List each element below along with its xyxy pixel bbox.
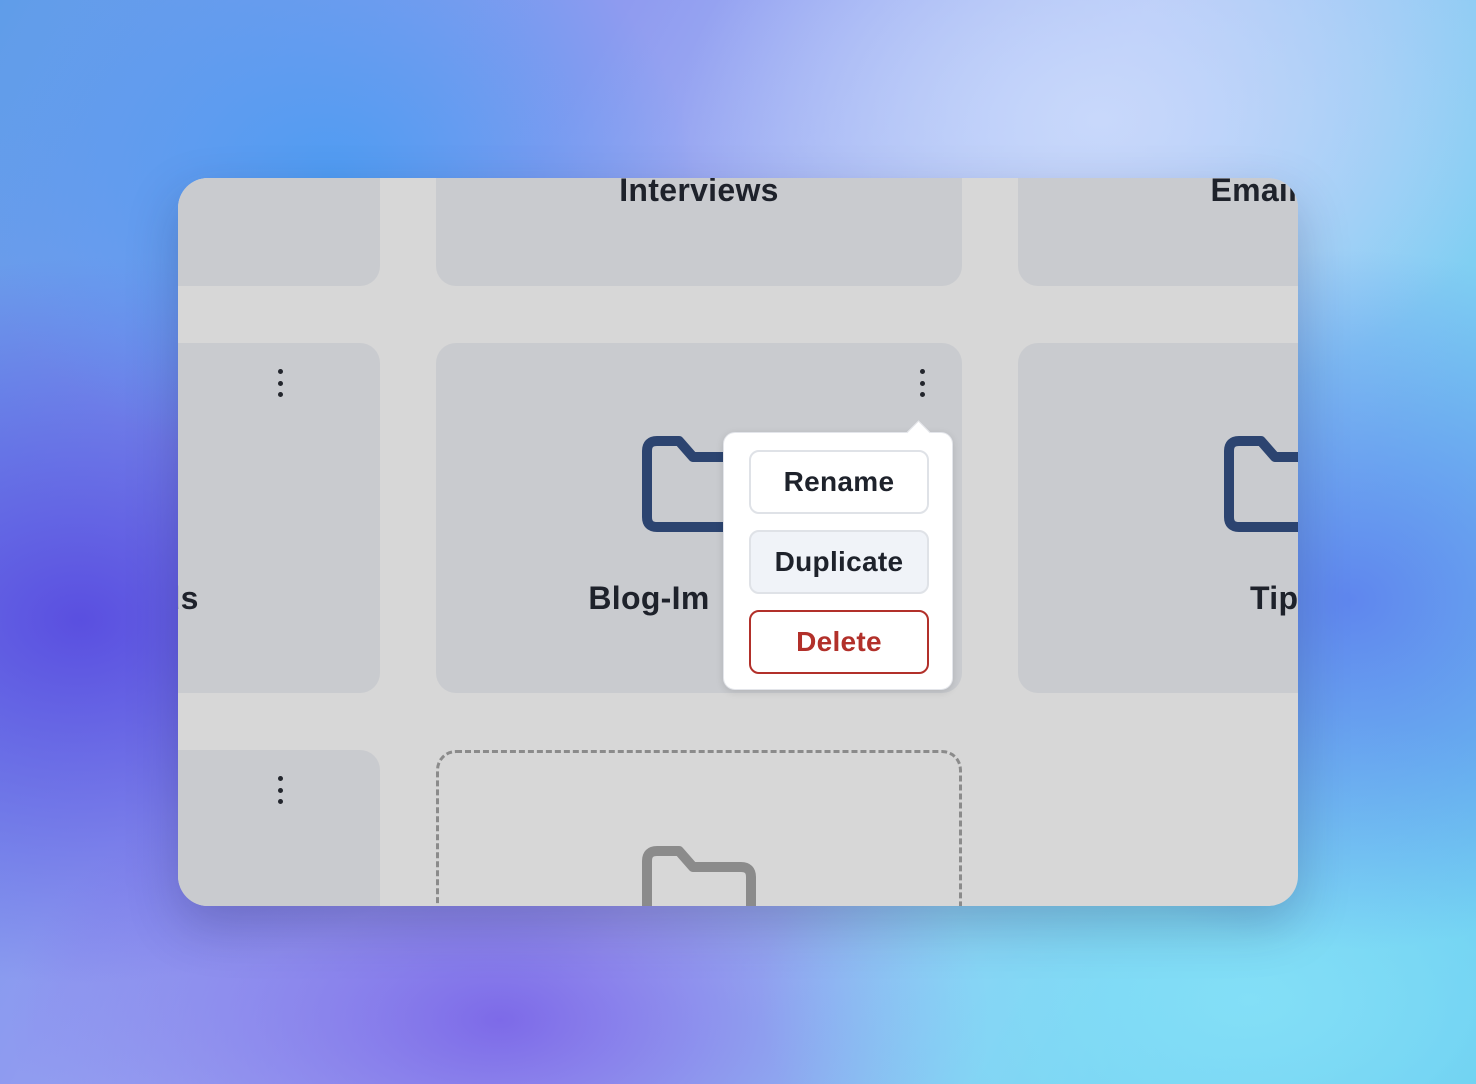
folder-title: Tip xyxy=(1250,580,1298,616)
folder-context-menu: Rename Duplicate Delete xyxy=(723,420,953,690)
page-background: { "folders": { "top_row": [ {"title": ""… xyxy=(0,0,1476,1084)
more-vertical-icon[interactable] xyxy=(270,369,290,397)
folder-card[interactable] xyxy=(178,750,380,906)
delete-button[interactable]: Delete xyxy=(749,610,929,674)
more-vertical-icon[interactable] xyxy=(270,776,290,804)
folder-grid-window: Interviews Email Ma Ads Blog-Im Tip Rena… xyxy=(178,178,1298,906)
folder-card-tip[interactable]: Tip xyxy=(1018,343,1298,693)
folder-card-interviews[interactable]: Interviews xyxy=(436,178,962,286)
duplicate-button[interactable]: Duplicate xyxy=(749,530,929,594)
more-vertical-icon[interactable] xyxy=(912,369,932,397)
folder-icon xyxy=(1224,436,1298,532)
folder-card[interactable] xyxy=(178,178,380,286)
new-folder-dropzone[interactable] xyxy=(436,750,962,906)
folder-card-ads[interactable]: Ads xyxy=(178,343,380,693)
folder-title: Email Ma xyxy=(1210,178,1298,208)
rename-button[interactable]: Rename xyxy=(749,450,929,514)
folder-card-email[interactable]: Email Ma xyxy=(1018,178,1298,286)
folder-icon xyxy=(642,846,756,906)
folder-title: Interviews xyxy=(619,178,779,208)
